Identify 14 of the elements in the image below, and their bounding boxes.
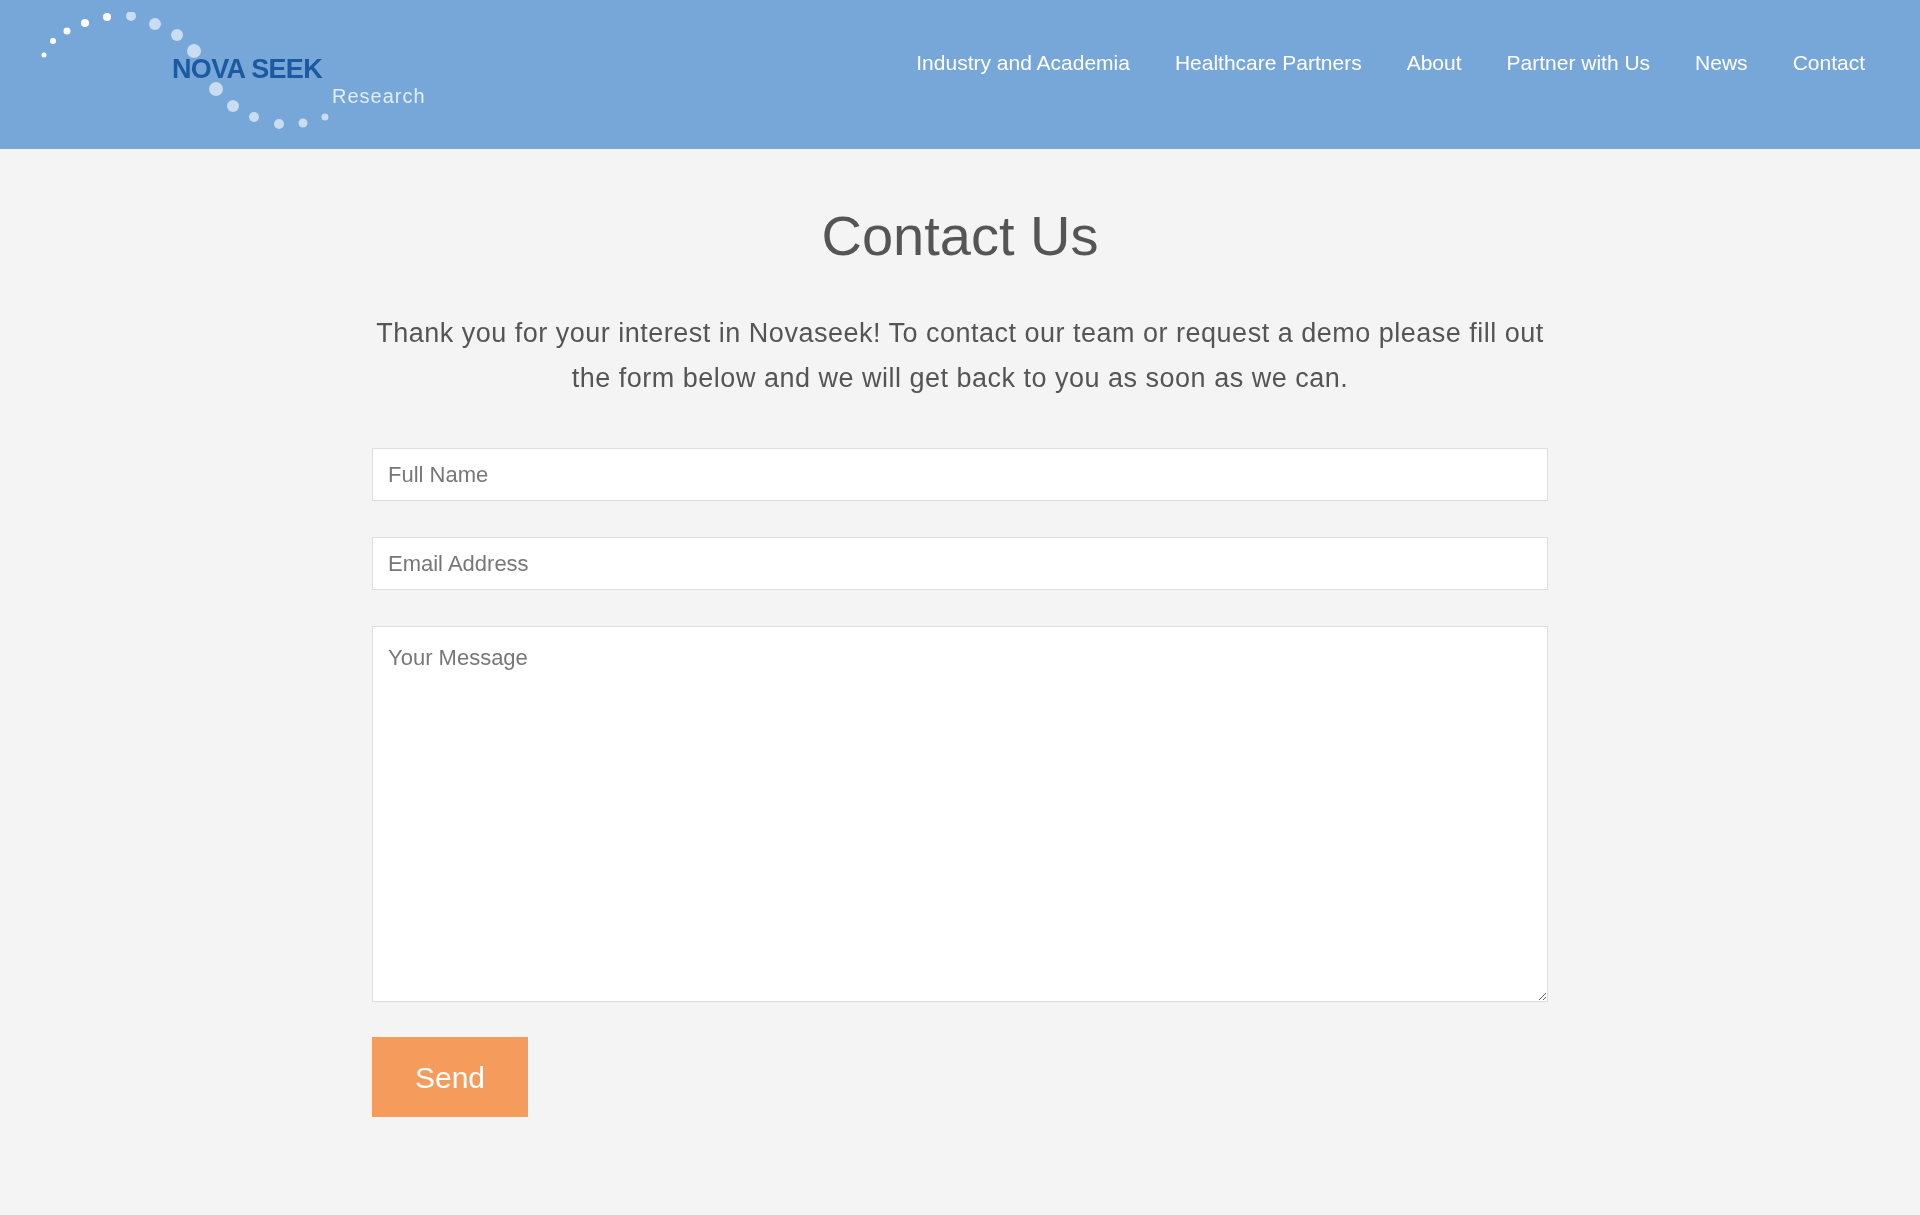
nav-link[interactable]: Industry and Academia xyxy=(916,47,1130,79)
nav-link[interactable]: News xyxy=(1695,47,1748,79)
input-field[interactable]: Email Address xyxy=(372,537,1548,590)
logo-tagline: Research xyxy=(332,86,426,106)
input-field[interactable]: Full Name xyxy=(372,448,1548,501)
logo-text: NOVA SEEK xyxy=(172,56,322,83)
intro-paragraph: Thank you for your interest in Novaseek! To contact our team or request a demo please fill out the form below and we will get back to you as soon as we can. xyxy=(375,317,1545,395)
nav-link[interactable]: Contact xyxy=(1792,47,1865,79)
nav-link[interactable]: About xyxy=(1406,47,1462,79)
nav-link[interactable]: Healthcare Partners xyxy=(1174,47,1362,79)
page-title: Contact Us xyxy=(820,203,1100,269)
send-button[interactable]: Send xyxy=(372,1037,528,1117)
message-field[interactable]: Your Message xyxy=(372,626,1548,1002)
nav-link[interactable]: Partner with Us xyxy=(1506,47,1651,79)
